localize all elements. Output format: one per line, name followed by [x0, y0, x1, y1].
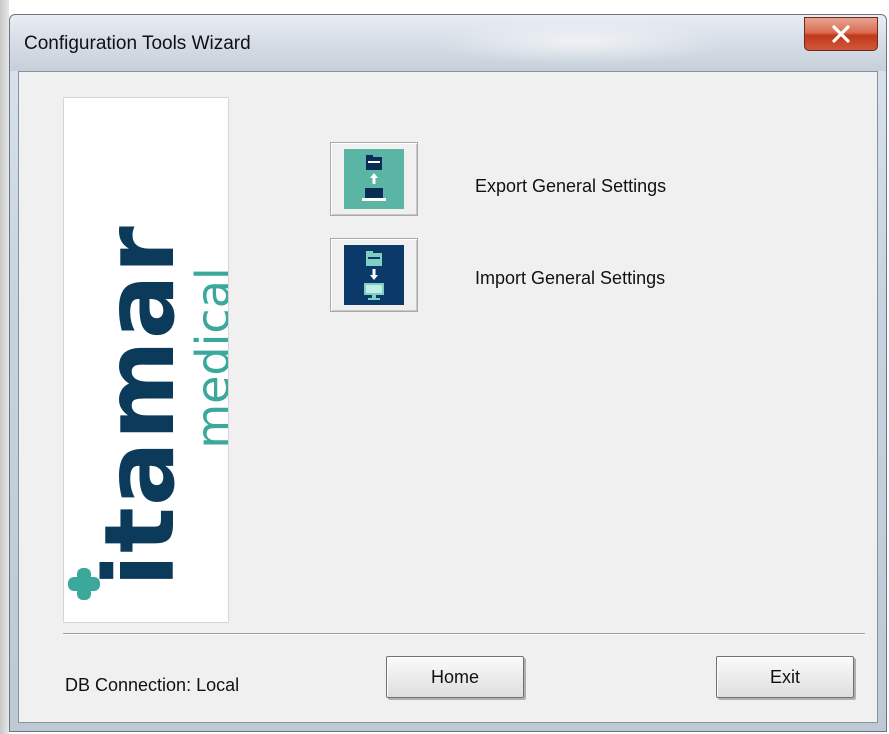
- client-area: itamar medical Export General Settings I…: [18, 71, 878, 723]
- import-settings-icon: [344, 245, 404, 305]
- home-button[interactable]: Home: [386, 656, 524, 698]
- desktop-background: [0, 0, 9, 734]
- db-connection-status: DB Connection: Local: [65, 675, 240, 695]
- exit-button[interactable]: Exit: [716, 656, 854, 698]
- export-settings-icon: [344, 149, 404, 209]
- close-icon: [832, 25, 850, 43]
- import-settings-label: Import General Settings: [475, 268, 666, 288]
- title-bar[interactable]: Configuration Tools Wizard: [10, 15, 886, 71]
- separator: [63, 633, 865, 635]
- logo-panel: itamar medical: [63, 97, 229, 623]
- close-button[interactable]: [804, 17, 878, 51]
- import-settings-button[interactable]: [330, 238, 418, 312]
- wizard-window: Configuration Tools Wizard itamar medica…: [9, 14, 887, 732]
- logo-text-main: itamar: [84, 225, 196, 587]
- export-settings-button[interactable]: [330, 142, 418, 216]
- logo-plus-icon: [68, 568, 100, 600]
- export-settings-label: Export General Settings: [475, 176, 667, 196]
- window-title: Configuration Tools Wizard: [24, 33, 251, 54]
- logo-text-sub: medical: [186, 267, 229, 449]
